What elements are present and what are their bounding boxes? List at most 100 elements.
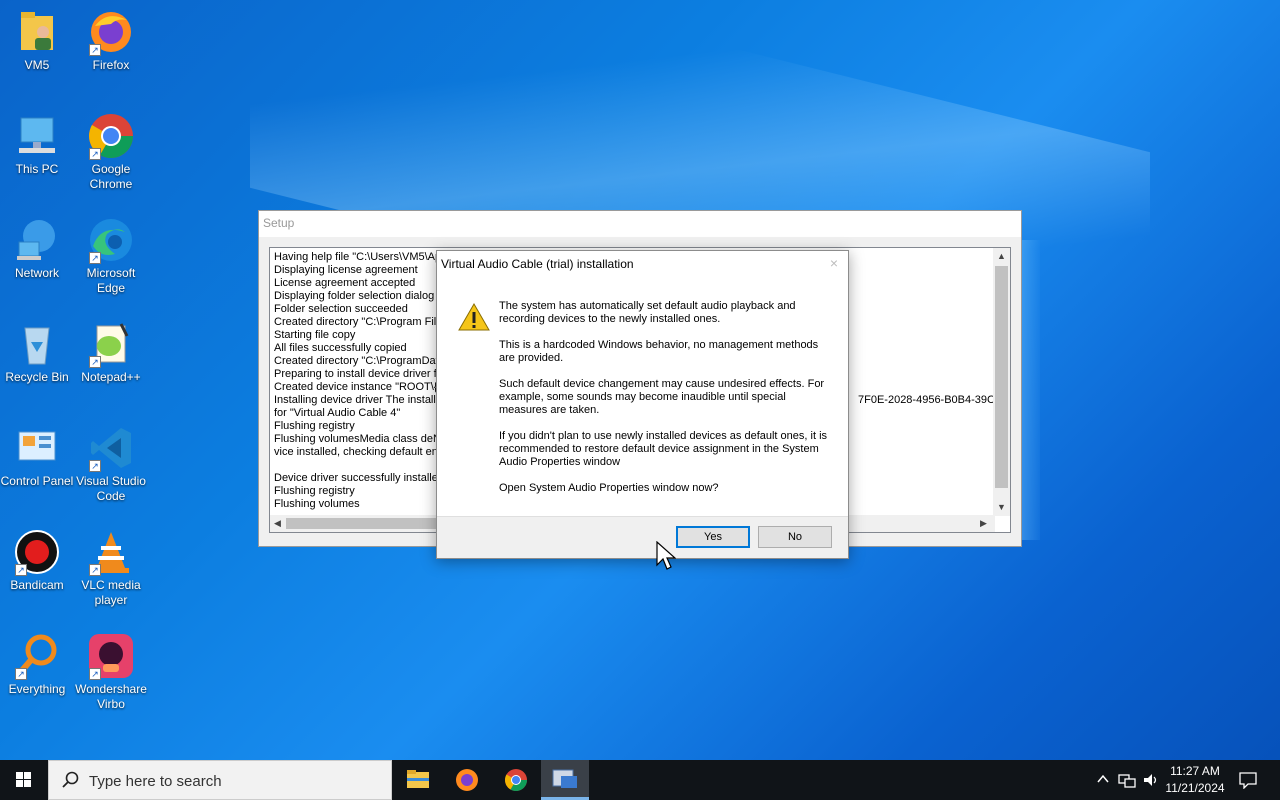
vertical-scrollbar[interactable]: ▲ ▼ — [993, 248, 1010, 516]
setup-log-line: License agreement accepted — [274, 277, 416, 289]
no-button[interactable]: No — [758, 526, 832, 548]
virbo-icon: ↗ — [87, 632, 135, 680]
firefox-icon — [456, 769, 478, 791]
dialog-paragraph: Such default device changement may cause… — [499, 378, 825, 416]
desktop-icon-label: VLC media player — [81, 578, 141, 607]
setup-log-line: Preparing to install device driver f — [274, 368, 437, 380]
desktop-icon-chrome[interactable]: ↗ Google Chrome — [74, 112, 148, 192]
desktop-icon-recycle-bin[interactable]: Recycle Bin — [0, 320, 74, 385]
setup-log-line: Installing device driver The installe — [274, 394, 442, 406]
notifications-icon[interactable] — [1238, 771, 1258, 794]
shortcut-arrow-icon: ↗ — [89, 668, 101, 680]
everything-icon: ↗ — [13, 632, 61, 680]
user-folder-icon — [13, 8, 61, 56]
shortcut-arrow-icon: ↗ — [89, 148, 101, 160]
setup-log-right-fragment: 7F0E-2028-4956-B0B4-39C76 — [858, 394, 1008, 406]
chevron-up-icon[interactable] — [1096, 772, 1110, 791]
vac-install-dialog: Virtual Audio Cable (trial) installation… — [436, 250, 849, 559]
desktop-icon-this-pc[interactable]: This PC — [0, 112, 74, 177]
search-icon — [61, 771, 79, 794]
setup-log-line — [274, 459, 447, 472]
vscode-icon: ↗ — [87, 424, 135, 472]
setup-log-line: vice installed, checking default end — [274, 446, 444, 458]
desktop-icon-label: Google Chrome — [89, 162, 133, 191]
desktop-icon-virbo[interactable]: ↗ Wondershare Virbo — [74, 632, 148, 712]
desktop-icon-vm5[interactable]: VM5 — [0, 8, 74, 73]
clock-time: 11:27 AM — [1170, 764, 1220, 778]
horizontal-scroll-thumb[interactable] — [286, 518, 436, 529]
desktop-icon-label: Control Panel — [0, 474, 74, 488]
bandicam-icon: ↗ — [13, 528, 61, 576]
chrome-icon: ↗ — [87, 112, 135, 160]
shortcut-arrow-icon: ↗ — [89, 252, 101, 264]
setup-log-line: Created directory "C:\Program File — [274, 316, 443, 328]
setup-log-line: Flushing registry — [274, 485, 355, 497]
desktop-icon-label: Network — [14, 266, 59, 280]
network-icon[interactable] — [1118, 772, 1136, 793]
setup-log-line: for "Virtual Audio Cable 4" — [274, 407, 401, 419]
desktop-icon-bandicam[interactable]: ↗ Bandicam — [0, 528, 74, 593]
desktop-icon-label: Recycle Bin — [5, 370, 69, 384]
desktop-icon-vscode[interactable]: ↗ Visual Studio Code — [74, 424, 148, 504]
setup-log-line: Created device instance "ROOT\{ — [274, 381, 438, 393]
taskbar: Type here to search 11:27 AM 11/21/2024 — [0, 760, 1280, 800]
taskbar-firefox[interactable] — [443, 760, 491, 800]
shortcut-arrow-icon: ↗ — [89, 460, 101, 472]
yes-button[interactable]: Yes — [676, 526, 750, 548]
desktop-icon-firefox[interactable]: ↗ Firefox — [74, 8, 148, 73]
desktop-icon-network[interactable]: Network — [0, 216, 74, 281]
vlc-icon: ↗ — [87, 528, 135, 576]
firefox-icon: ↗ — [87, 8, 135, 56]
clock-date: 11/21/2024 — [1165, 781, 1225, 795]
dialog-paragraph: This is a hardcoded Windows behavior, no… — [499, 339, 819, 364]
dialog-footer: Yes No — [437, 516, 848, 558]
setup-log-line: Flushing registry — [274, 420, 355, 432]
setup-app-icon — [552, 769, 577, 788]
file-explorer-icon — [407, 770, 429, 788]
taskbar-clock[interactable]: 11:27 AM 11/21/2024 — [1156, 763, 1234, 797]
desktop-icon-everything[interactable]: ↗ Everything — [0, 632, 74, 697]
close-icon[interactable]: × — [830, 255, 838, 271]
search-placeholder: Type here to search — [89, 773, 222, 790]
desktop-icon-notepadpp[interactable]: ↗ Notepad++ — [74, 320, 148, 385]
desktop-icon-label: This PC — [15, 162, 59, 176]
vertical-scroll-thumb[interactable] — [995, 266, 1008, 488]
taskbar-setup-app[interactable] — [541, 760, 589, 800]
mouse-cursor-icon — [656, 540, 677, 576]
setup-log-line: Displaying folder selection dialog — [274, 290, 435, 302]
desktop-icon-label: Wondershare Virbo — [75, 682, 147, 711]
recycle-bin-icon — [13, 320, 61, 368]
desktop-icon-label: Notepad++ — [81, 370, 141, 384]
desktop-icon-label: Microsoft Edge — [86, 266, 136, 295]
taskbar-chrome[interactable] — [492, 760, 540, 800]
desktop-icon-control-panel[interactable]: Control Panel — [0, 424, 74, 489]
taskbar-search-box[interactable]: Type here to search — [48, 760, 392, 800]
setup-log-lines: Having help file "C:\Users\VM5\Ap Display… — [274, 251, 447, 511]
shortcut-arrow-icon: ↗ — [15, 668, 27, 680]
setup-log-line: Flushing volumes — [274, 498, 360, 510]
dialog-question: Open System Audio Properties window now? — [499, 482, 719, 494]
scroll-right-icon[interactable]: ▶ — [980, 518, 987, 529]
dialog-title-bar: Virtual Audio Cable (trial) installation… — [437, 251, 848, 277]
taskbar-file-explorer[interactable] — [394, 760, 442, 800]
dialog-paragraph: If you didn't plan to use newly installe… — [499, 430, 828, 468]
notepadpp-icon: ↗ — [87, 320, 135, 368]
setup-log-line: Flushing volumesMedia class deNu — [274, 433, 448, 445]
desktop-icon-label: VM5 — [24, 58, 50, 72]
network-icon — [13, 216, 61, 264]
setup-log-line: Created directory "C:\ProgramDat — [274, 355, 439, 367]
scroll-down-icon[interactable]: ▼ — [997, 502, 1006, 512]
scroll-up-icon[interactable]: ▲ — [997, 251, 1006, 261]
dialog-title: Virtual Audio Cable (trial) installation — [441, 257, 634, 271]
shortcut-arrow-icon: ↗ — [15, 564, 27, 576]
dialog-message: The system has automatically set default… — [499, 300, 829, 508]
desktop-icon-vlc[interactable]: ↗ VLC media player — [74, 528, 148, 608]
warning-icon — [458, 302, 490, 336]
desktop-icon-edge[interactable]: ↗ Microsoft Edge — [74, 216, 148, 296]
setup-log-line: Having help file "C:\Users\VM5\Ap — [274, 251, 442, 263]
shortcut-arrow-icon: ↗ — [89, 564, 101, 576]
control-panel-icon — [13, 424, 61, 472]
start-button[interactable] — [0, 760, 48, 800]
scroll-left-icon[interactable]: ◀ — [274, 518, 281, 529]
chrome-icon — [505, 769, 527, 791]
